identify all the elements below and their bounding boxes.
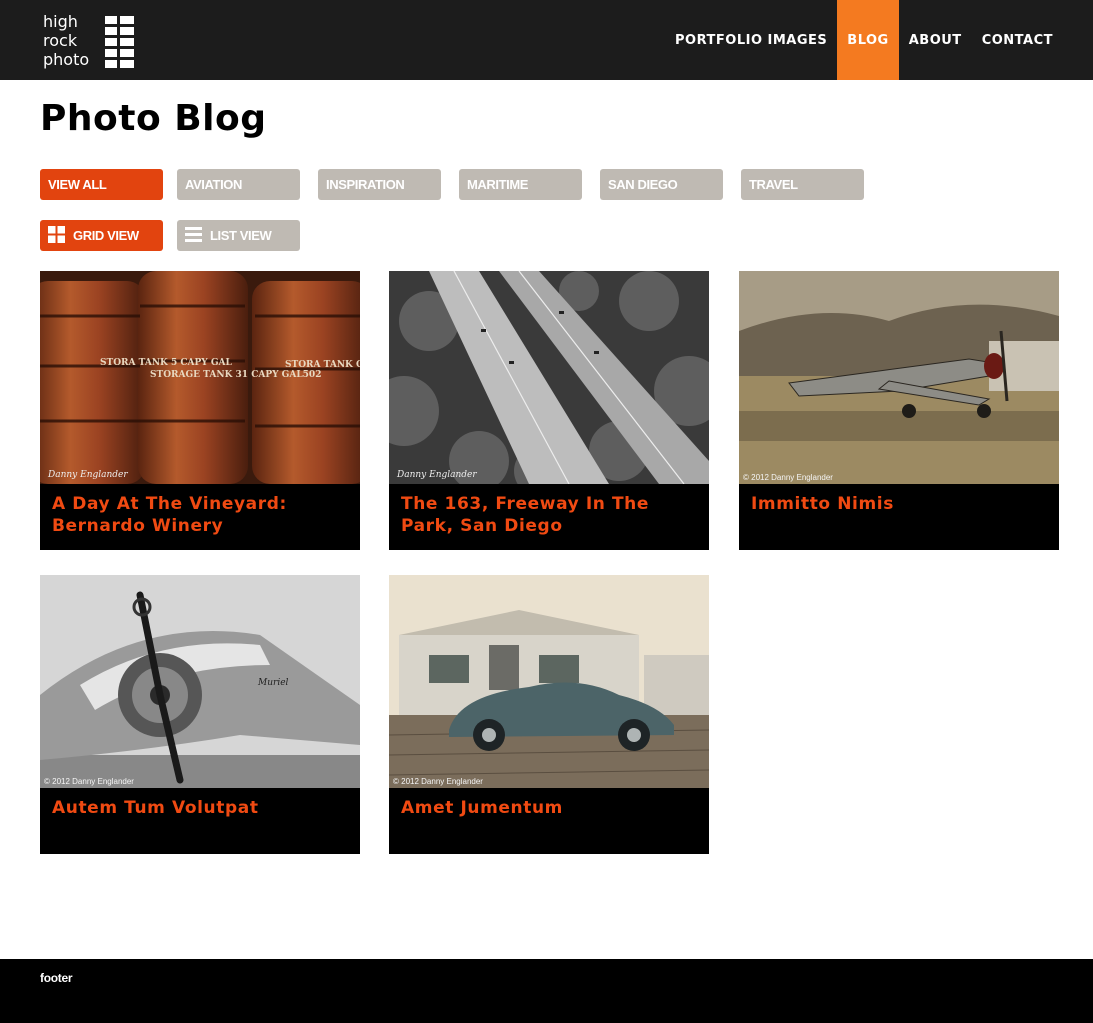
- logo-text: high rock photo: [43, 12, 103, 69]
- footer-label: footer: [40, 971, 73, 985]
- post-card[interactable]: Muriel © 2012 Danny Englander Autem Tum …: [40, 575, 360, 854]
- tank-1-text: STORA TANK 5 CAPY GAL: [100, 358, 233, 368]
- category-filters: VIEW ALL AVIATION INSPIRATION MARITIME S…: [40, 169, 880, 200]
- page-title: Photo Blog: [40, 98, 267, 139]
- storage-tanks-photo[interactable]: STORA TANK 5 CAPY GAL STORAGE TANK 31 CA…: [40, 271, 360, 484]
- logo-line-2: rock: [43, 31, 78, 50]
- filter-san-diego[interactable]: SAN DIEGO: [600, 169, 723, 200]
- filter-maritime[interactable]: MARITIME: [459, 169, 582, 200]
- classic-car-photo[interactable]: © 2012 Danny Englander: [389, 575, 709, 788]
- post-card[interactable]: STORA TANK 5 CAPY GAL STORAGE TANK 31 CA…: [40, 271, 360, 550]
- post-title[interactable]: The 163, Freeway In The Park, San Diego: [401, 493, 701, 537]
- site-logo[interactable]: high rock photo: [43, 12, 143, 70]
- nav-item-about[interactable]: ABOUT: [899, 0, 972, 80]
- tank-2-text: STORAGE TANK 31 CAPY GAL502: [150, 370, 321, 380]
- logo-mark-icon: [105, 16, 134, 68]
- plane-nose-art: Muriel: [257, 678, 289, 688]
- photo-watermark: © 2012 Danny Englander: [743, 473, 833, 482]
- logo-line-3: photo: [43, 50, 90, 69]
- post-card[interactable]: Danny Englander The 163, Freeway In The …: [389, 271, 709, 550]
- post-title[interactable]: Autem Tum Volutpat: [52, 797, 352, 819]
- logo-line-1: high: [43, 12, 78, 31]
- freeway-photo[interactable]: Danny Englander: [389, 271, 709, 484]
- grid-view-label: GRID VIEW: [73, 228, 139, 243]
- nav-item-contact[interactable]: CONTACT: [972, 0, 1093, 80]
- post-card[interactable]: © 2012 Danny Englander Immitto Nimis: [739, 271, 1059, 550]
- photo-watermark: © 2012 Danny Englander: [44, 777, 134, 786]
- p51-mustang-photo[interactable]: © 2012 Danny Englander: [739, 271, 1059, 484]
- vintage-plane-photo[interactable]: Muriel © 2012 Danny Englander: [40, 575, 360, 788]
- grid-icon: [48, 226, 65, 243]
- filter-aviation[interactable]: AVIATION: [177, 169, 300, 200]
- photo-watermark: Danny Englander: [47, 470, 128, 480]
- post-card[interactable]: © 2012 Danny Englander Amet Jumentum: [389, 575, 709, 854]
- filter-inspiration[interactable]: INSPIRATION: [318, 169, 441, 200]
- photo-watermark: Danny Englander: [396, 470, 477, 480]
- tank-3-text: STORA TANK CAPY: [285, 360, 360, 370]
- list-icon: [185, 227, 202, 242]
- nav-item-portfolio-images[interactable]: PORTFOLIO IMAGES: [665, 0, 837, 80]
- list-view-button[interactable]: LIST VIEW: [177, 220, 300, 251]
- main-nav: PORTFOLIO IMAGES BLOG ABOUT CONTACT: [665, 0, 1093, 80]
- post-title[interactable]: Immitto Nimis: [751, 493, 1051, 515]
- filter-view-all[interactable]: VIEW ALL: [40, 169, 163, 200]
- site-header: high rock photo PORTFOLIO IMAGES BLOG AB…: [0, 0, 1093, 80]
- list-view-label: LIST VIEW: [210, 228, 272, 243]
- post-title[interactable]: A Day At The Vineyard: Bernardo Winery: [52, 493, 352, 537]
- photo-watermark: © 2012 Danny Englander: [393, 777, 483, 786]
- nav-item-blog[interactable]: BLOG: [837, 0, 899, 80]
- site-footer: footer: [0, 959, 1093, 1023]
- filter-travel[interactable]: TRAVEL: [741, 169, 864, 200]
- grid-view-button[interactable]: GRID VIEW: [40, 220, 163, 251]
- post-title[interactable]: Amet Jumentum: [401, 797, 701, 819]
